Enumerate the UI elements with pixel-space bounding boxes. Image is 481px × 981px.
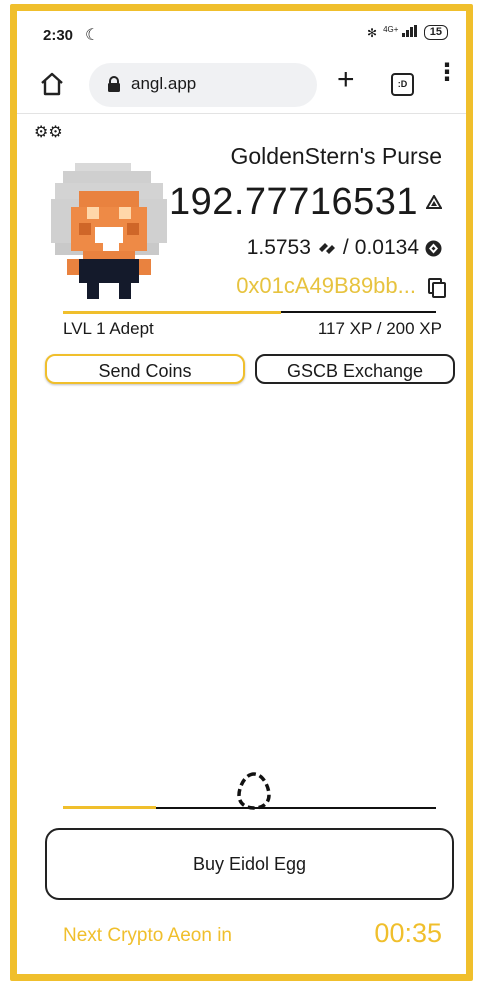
egg-progress-fill	[63, 806, 157, 809]
home-icon[interactable]	[39, 71, 65, 97]
xp-progress-bar	[63, 311, 436, 314]
xp-text: 117 XP / 200 XP	[317, 319, 442, 338]
angl-token-icon	[426, 195, 442, 209]
signal-icon: 4G+	[383, 25, 418, 40]
app-frame: 2:30 ☾ ✻ 4G+ 15 angl.app +:D ⋮ ⚙⚙ Golde…	[10, 4, 473, 981]
status-bar: 2:30 ☾ ✻ 4G+ 15	[17, 11, 466, 57]
browser-menu-button[interactable]: ⋮	[435, 61, 459, 85]
wallet-address-row: 0x01cA49B89bb...	[236, 273, 446, 299]
url-text: angl.app	[131, 74, 197, 93]
lock-icon	[108, 76, 120, 92]
tertiary-token-icon	[425, 240, 442, 256]
next-aeon-label: Next Crypto Aeon in	[63, 925, 232, 946]
wallet-address: 0x01cA49B89bb...	[236, 273, 416, 298]
secondary-balances: 1.5753 / 0.0134	[247, 236, 442, 260]
new-tab-button[interactable]: +	[337, 63, 355, 97]
level-label: LVL 1 Adept	[63, 319, 154, 338]
gscb-exchange-button[interactable]: GSCB Exchange	[255, 354, 455, 384]
url-bar[interactable]: angl.app	[89, 63, 317, 107]
xp-progress-fill	[63, 311, 282, 314]
tab-switcher-button[interactable]: :D	[391, 73, 414, 96]
buy-eidol-egg-button[interactable]: Buy Eidol Egg	[45, 828, 454, 900]
copy-icon[interactable]	[428, 278, 446, 298]
signal-bars-icon	[401, 25, 417, 37]
do-not-disturb-icon: ☾	[85, 27, 100, 44]
secondary-token-icon	[318, 243, 335, 254]
balance-separator: /	[342, 236, 349, 259]
battery-level: 15	[429, 26, 442, 38]
tertiary-balance: 0.0134	[354, 236, 419, 259]
status-time: 2:30	[43, 27, 74, 44]
bluetooth-icon: ✻	[367, 25, 378, 40]
purse-title: GoldenStern's Purse	[230, 143, 442, 169]
browser-toolbar: angl.app + :D ⋮	[17, 59, 466, 114]
aeon-timer: 00:35	[374, 918, 442, 948]
status-icons: ✻ 4G+ 15	[367, 25, 448, 40]
network-type-label: 4G+	[383, 25, 399, 34]
eidol-egg-icon	[237, 772, 271, 810]
settings-gears-icon[interactable]: ⚙⚙	[34, 125, 63, 141]
send-coins-button[interactable]: Send Coins	[45, 354, 245, 384]
pixel-avatar	[51, 163, 167, 299]
egg-progress-bar	[63, 806, 436, 809]
battery-icon: 15	[423, 25, 448, 40]
secondary-balance: 1.5753	[246, 236, 311, 259]
main-balance: 192.77716531	[168, 181, 418, 223]
